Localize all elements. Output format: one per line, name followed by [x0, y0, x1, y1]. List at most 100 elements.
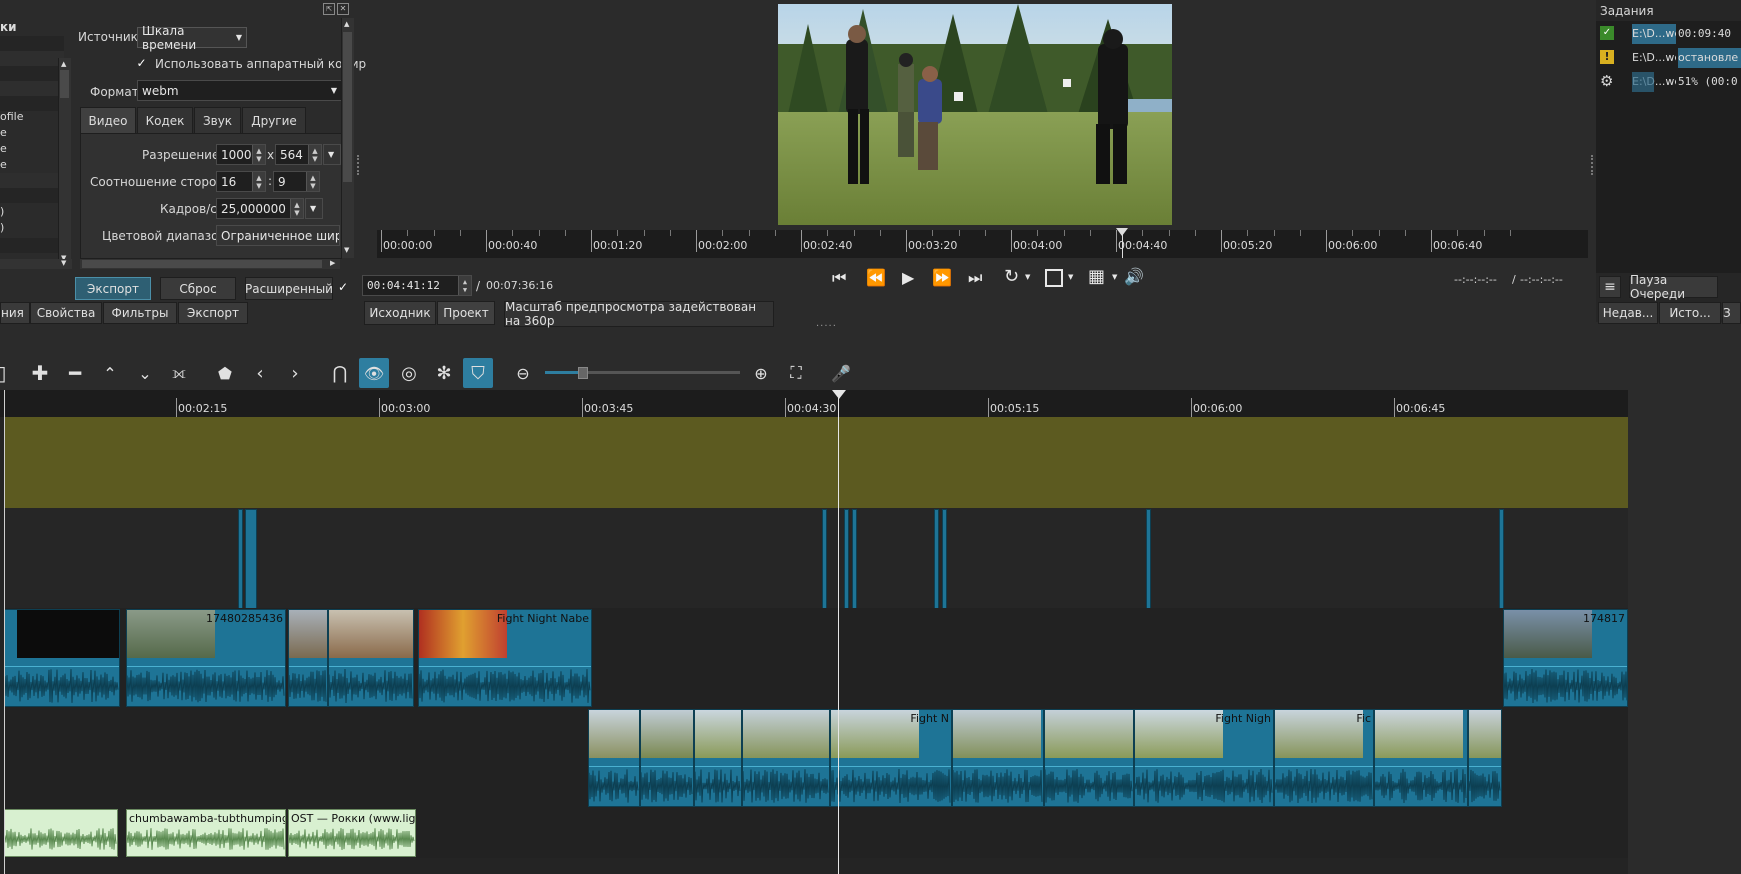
resize-handle[interactable]: .....	[816, 318, 837, 329]
spin-arrows-icon[interactable]: ▲ ▼	[306, 172, 319, 191]
list-row[interactable]	[0, 81, 64, 96]
scroll-up-icon[interactable]: ▲	[61, 60, 66, 68]
record-audio-icon[interactable]: 🎤	[826, 358, 856, 388]
fps-preset-dropdown[interactable]: ▼	[305, 198, 323, 219]
scroll-thumb[interactable]	[82, 260, 322, 268]
list-item[interactable]: ! E:\D...we остановле	[1596, 47, 1741, 71]
tab-video[interactable]: Видео	[80, 107, 136, 133]
ripple-markers-icon[interactable]: ⛉	[463, 358, 493, 388]
scrub-audio-icon[interactable]: 👁	[359, 358, 389, 388]
clip[interactable]	[1146, 509, 1151, 609]
export-button[interactable]: Экспорт	[75, 277, 151, 300]
form-vscrollbar[interactable]: ▲ ▼	[341, 18, 354, 258]
resolution-width-input[interactable]: 1000 ▲ ▼	[216, 144, 266, 165]
track-a1[interactable]: chumbawamba-tubthumping.mp OST — Рокки (…	[4, 808, 1628, 858]
advanced-checkbox[interactable]: ✓	[338, 281, 351, 294]
fast-forward-icon[interactable]: ⏩	[932, 268, 952, 287]
jobs-menu-button[interactable]: ≡	[1599, 276, 1621, 298]
list-item[interactable]: ✓ E:\D...we 00:09:40	[1596, 23, 1739, 47]
clip[interactable]	[288, 609, 328, 707]
aspect-width-input[interactable]: 16 ▲ ▼	[216, 171, 266, 192]
clip[interactable]	[238, 509, 243, 609]
tab-export[interactable]: Экспорт	[178, 302, 248, 324]
ripple-icon[interactable]: ◎	[394, 358, 424, 388]
audio-clip[interactable]: OST — Рокки (www.lighta	[288, 809, 416, 857]
clip[interactable]	[934, 509, 939, 609]
chevron-down-icon[interactable]: ▼	[1112, 273, 1117, 281]
zoom-out-icon[interactable]: ⊖	[508, 358, 538, 388]
scroll-thumb[interactable]	[343, 32, 352, 182]
aspect-height-input[interactable]: 9 ▲ ▼	[273, 171, 320, 192]
zoom-in-icon[interactable]: ⊕	[746, 358, 776, 388]
list-row[interactable]	[0, 188, 64, 203]
spin-arrows-icon[interactable]: ▲ ▼	[252, 172, 265, 191]
clip[interactable]: Fight Night Nabe	[418, 609, 592, 707]
clip[interactable]	[1499, 509, 1504, 609]
scroll-left-icon[interactable]: ▼	[61, 259, 66, 267]
tab-source[interactable]: Исходник	[364, 301, 436, 325]
skip-to-end-icon[interactable]: ⏭	[968, 268, 982, 288]
menu-icon[interactable]: ▯	[0, 358, 16, 388]
hw-encode-checkbox[interactable]: ✓	[135, 57, 148, 70]
scroll-thumb[interactable]	[60, 70, 69, 98]
form-hscrollbar[interactable]: ▶	[80, 259, 340, 269]
position-timecode-input[interactable]: 00:04:41:12 ▲ ▼	[362, 275, 472, 296]
reset-button[interactable]: Сброс	[160, 277, 236, 300]
tab-filters[interactable]: Фильтры	[103, 302, 177, 324]
volume-icon[interactable]: 🔊	[1124, 267, 1144, 286]
audio-clip[interactable]: chumbawamba-tubthumping.mp	[126, 809, 286, 857]
lift-icon[interactable]: ⌃	[95, 358, 125, 388]
track-overlay[interactable]	[4, 417, 1628, 508]
video-preview[interactable]	[778, 4, 1172, 225]
format-select[interactable]: webm ▼	[137, 80, 342, 101]
chevron-right-icon[interactable]: ›	[280, 358, 310, 388]
spin-arrows-icon[interactable]: ▲ ▼	[290, 199, 303, 218]
track-v3[interactable]	[4, 508, 1628, 609]
track-v2[interactable]: 17480285436 Fight Night Nabe 174817	[4, 608, 1628, 708]
clip[interactable]: 17480285436	[126, 609, 286, 707]
zoom-fit-icon[interactable]: ⛶	[781, 358, 811, 388]
zoom-fit-icon[interactable]	[1045, 269, 1063, 287]
clip[interactable]	[852, 509, 857, 609]
chevron-down-icon[interactable]: ▼	[1068, 273, 1073, 281]
scroll-right-icon[interactable]: ▶	[330, 259, 335, 267]
clip[interactable]	[4, 609, 120, 707]
spin-arrows-icon[interactable]: ▲ ▼	[252, 145, 265, 164]
tab-jobs-partial[interactable]: З	[1722, 302, 1741, 324]
list-item[interactable]: e	[0, 158, 7, 171]
clip[interactable]	[942, 509, 947, 609]
clip[interactable]	[694, 709, 742, 807]
splitter-handle[interactable]	[357, 155, 361, 175]
scroll-down-icon[interactable]: ▼	[344, 246, 349, 254]
timeline-ruler[interactable]: 00:02:15 00:03:00 00:03:45 00:04:30 00:05:15…	[0, 390, 1628, 417]
ripple-all-icon[interactable]: ✻	[429, 358, 459, 388]
clip[interactable]	[588, 709, 640, 807]
clip[interactable]	[952, 709, 1044, 807]
close-icon[interactable]: ✕	[337, 3, 349, 15]
clip[interactable]: Fight Nigh	[1134, 709, 1274, 807]
zoom-slider[interactable]	[545, 367, 740, 379]
clip[interactable]	[640, 709, 694, 807]
spin-arrows-icon[interactable]: ▲ ▼	[458, 276, 471, 295]
remove-icon[interactable]: ━	[60, 358, 90, 388]
list-item[interactable]: ofile	[0, 110, 23, 123]
clip[interactable]: 174817	[1503, 609, 1628, 707]
clip[interactable]	[742, 709, 830, 807]
list-row[interactable]	[0, 36, 64, 51]
list-row[interactable]	[0, 66, 64, 81]
list-item[interactable]: )	[0, 221, 4, 234]
timeline[interactable]: 00:02:15 00:03:00 00:03:45 00:04:30 00:05:15…	[0, 390, 1741, 874]
clip[interactable]	[328, 609, 414, 707]
split-icon[interactable]: ⟗	[164, 358, 194, 388]
player-ruler[interactable]: 00:00:00 00:00:40 00:01:20 00:02:00 00:02:40…	[377, 228, 1588, 258]
list-item[interactable]: e	[0, 126, 7, 139]
pause-queue-button[interactable]: Пауза Очереди	[1629, 273, 1718, 301]
zoom-slider-handle[interactable]	[578, 367, 588, 379]
tab-other[interactable]: Другие	[242, 107, 306, 133]
clip[interactable]	[1374, 709, 1468, 807]
grid-icon[interactable]: ▦	[1088, 266, 1105, 287]
track-v1[interactable]: Fight N Fight Nigh Fic	[4, 708, 1628, 808]
clip[interactable]	[1044, 709, 1134, 807]
skip-to-start-icon[interactable]: ⏮	[832, 268, 846, 288]
spin-arrows-icon[interactable]: ▲ ▼	[308, 145, 321, 164]
